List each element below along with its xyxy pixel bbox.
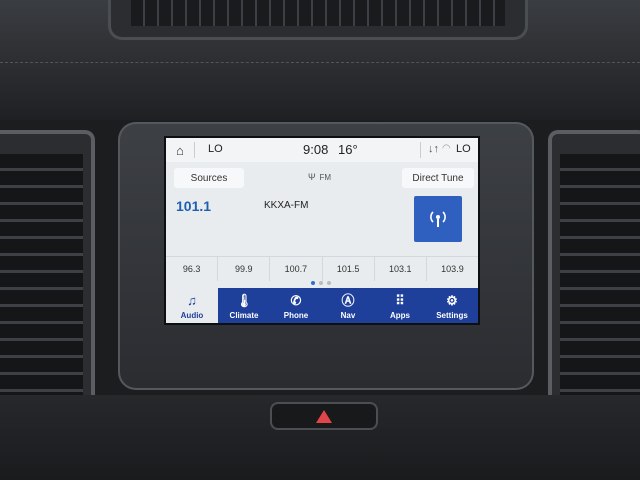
outside-temperature: 16° bbox=[338, 142, 358, 157]
broadcast-button[interactable] bbox=[414, 196, 462, 242]
hazard-icon bbox=[316, 409, 332, 423]
navigation-icon: Ⓐ bbox=[341, 292, 355, 308]
nav-settings[interactable]: ⚙ Settings bbox=[426, 288, 478, 323]
vent-slats bbox=[131, 0, 505, 26]
page-dot bbox=[311, 281, 315, 285]
band-indicator: Ψ FM bbox=[308, 172, 331, 182]
clock: 9:08 bbox=[303, 142, 329, 157]
page-dot bbox=[319, 281, 323, 285]
preset-button[interactable]: 101.5 bbox=[323, 257, 375, 281]
hazard-button[interactable] bbox=[270, 402, 378, 430]
nav-audio[interactable]: ♫ Audio bbox=[166, 288, 218, 323]
page-indicator bbox=[311, 281, 331, 285]
data-transfer-icon: ↓↑ bbox=[428, 143, 439, 155]
divider bbox=[420, 142, 421, 158]
music-note-icon: ♫ bbox=[187, 292, 197, 308]
preset-button[interactable]: 100.7 bbox=[270, 257, 323, 281]
dashboard-stitching bbox=[0, 62, 640, 63]
top-air-vent bbox=[108, 0, 528, 40]
passenger-climate-level[interactable]: LO bbox=[456, 143, 471, 155]
gear-icon: ⚙ bbox=[446, 292, 458, 308]
infotainment-screen: ⌂ LO 9:08 16° ↓↑ ◠ LO Sources Ψ FM Direct… bbox=[164, 136, 480, 325]
nav-label: Audio bbox=[180, 310, 204, 320]
vent-slats bbox=[560, 154, 640, 406]
nav-label: Settings bbox=[436, 310, 468, 320]
wifi-icon: ◠ bbox=[442, 143, 451, 154]
antenna-icon: Ψ bbox=[308, 172, 316, 182]
bottom-nav: ♫ Audio 🌡︎ Climate ✆ Phone Ⓐ Nav ⠿ Apps … bbox=[166, 288, 478, 323]
phone-icon: ✆ bbox=[290, 292, 302, 308]
driver-climate-level[interactable]: LO bbox=[208, 143, 223, 155]
thermometer-icon: 🌡︎ bbox=[235, 292, 253, 308]
divider bbox=[194, 142, 195, 158]
nav-label: Phone bbox=[283, 310, 309, 320]
home-icon[interactable]: ⌂ bbox=[176, 143, 184, 158]
nav-label: Nav bbox=[340, 310, 356, 320]
station-name: KKXA-FM bbox=[264, 200, 309, 211]
current-frequency: 101.1 bbox=[176, 198, 212, 214]
broadcast-icon bbox=[430, 211, 446, 227]
nav-climate[interactable]: 🌡︎ Climate bbox=[218, 288, 270, 323]
apps-grid-icon: ⠿ bbox=[395, 292, 405, 308]
preset-button[interactable]: 96.3 bbox=[166, 257, 219, 281]
vent-slats bbox=[0, 154, 83, 406]
nav-label: Apps bbox=[390, 310, 410, 320]
preset-button[interactable]: 103.1 bbox=[375, 257, 427, 281]
nav-phone[interactable]: ✆ Phone bbox=[270, 288, 322, 323]
nav-apps[interactable]: ⠿ Apps bbox=[374, 288, 426, 323]
page-dot bbox=[327, 281, 331, 285]
direct-tune-button[interactable]: Direct Tune bbox=[402, 168, 474, 188]
nav-navigation[interactable]: Ⓐ Nav bbox=[322, 288, 374, 323]
nav-label: Climate bbox=[229, 310, 259, 320]
sources-button[interactable]: Sources bbox=[174, 168, 244, 188]
preset-bar: 96.3 99.9 100.7 101.5 103.1 103.9 bbox=[166, 256, 478, 281]
status-bar: ⌂ LO 9:08 16° ↓↑ ◠ LO bbox=[166, 138, 478, 162]
band-label: FM bbox=[319, 173, 332, 182]
preset-button[interactable]: 99.9 bbox=[218, 257, 271, 281]
preset-button[interactable]: 103.9 bbox=[427, 257, 478, 281]
